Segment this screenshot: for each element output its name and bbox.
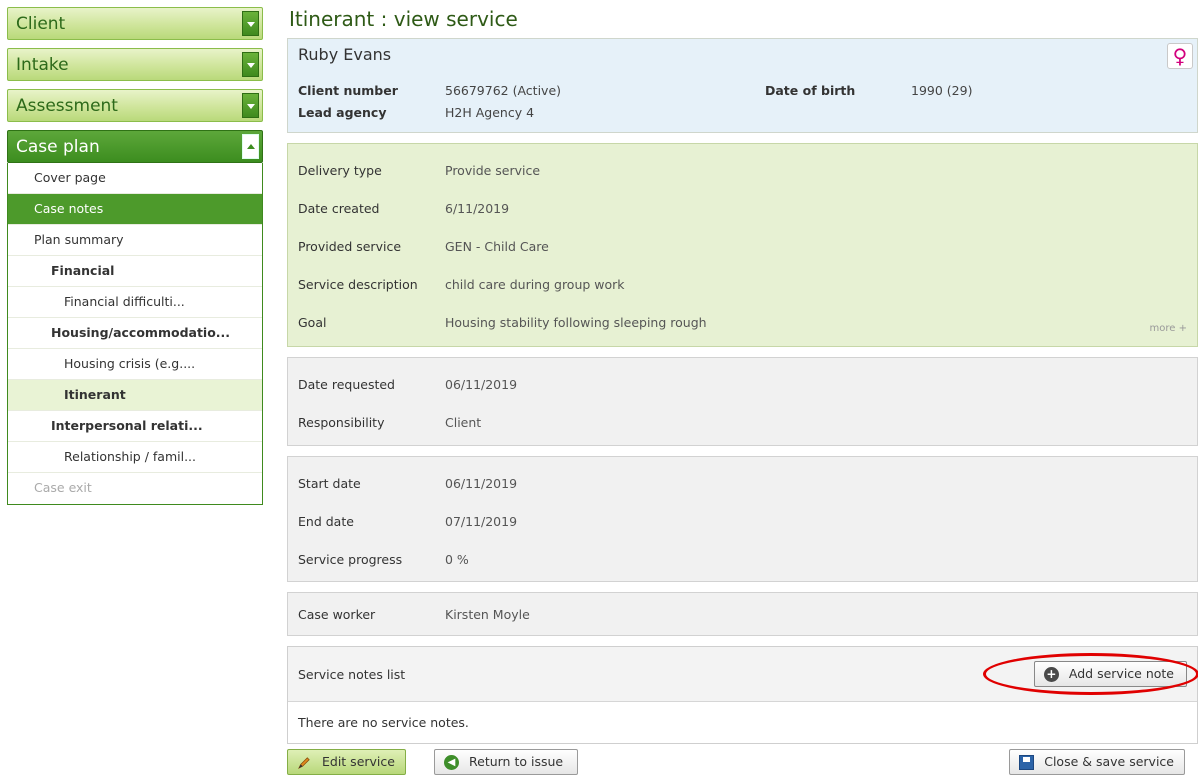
- section-client[interactable]: Client: [7, 7, 263, 40]
- detail-row: Delivery type Provide service: [288, 152, 1197, 190]
- sidebar-item-interpersonal[interactable]: Interpersonal relati...: [8, 411, 262, 442]
- chevron-up-icon: [242, 134, 259, 159]
- back-arrow-icon: ◀: [444, 755, 459, 770]
- detail-row: Date requested 06/11/2019: [288, 366, 1197, 404]
- pencil-icon: [298, 757, 310, 769]
- section-assessment[interactable]: Assessment: [7, 89, 263, 122]
- start-date-value: 06/11/2019: [445, 476, 518, 491]
- service-progress-value: 0 %: [445, 552, 469, 567]
- service-description-value: child care during group work: [445, 277, 625, 292]
- date-created-value: 6/11/2019: [445, 201, 510, 216]
- sidebar-item-case-exit: Case exit: [34, 480, 92, 495]
- return-to-issue-button[interactable]: ◀ Return to issue: [434, 749, 579, 775]
- worker-details: Case worker Kirsten Moyle: [287, 592, 1198, 636]
- responsibility-label: Responsibility: [298, 415, 385, 430]
- add-service-note-button[interactable]: + Add service note: [1033, 661, 1187, 687]
- delivery-type-label: Delivery type: [298, 163, 382, 178]
- client-summary: Ruby Evans Client number 56679762 (Activ…: [287, 38, 1198, 133]
- sidebar-item-financial-difficulties[interactable]: Financial difficulti...: [8, 287, 262, 318]
- end-date-label: End date: [298, 514, 354, 529]
- empty-notes-message: There are no service notes.: [298, 715, 469, 730]
- detail-row: Provided service GEN - Child Care: [288, 228, 1197, 266]
- date-created-label: Date created: [298, 201, 380, 216]
- client-number-label: Client number: [298, 83, 398, 98]
- service-description-label: Service description: [298, 277, 418, 292]
- section-label: Case plan: [16, 137, 100, 157]
- dob-label: Date of birth: [765, 83, 856, 98]
- sidebar-item-housing[interactable]: Housing/accommodatio...: [8, 318, 262, 349]
- save-disk-icon: [1019, 755, 1035, 770]
- date-requested-value: 06/11/2019: [445, 377, 518, 392]
- lead-agency-label: Lead agency: [298, 105, 387, 120]
- responsibility-value: Client: [445, 415, 482, 430]
- date-requested-label: Date requested: [298, 377, 395, 392]
- detail-row: Date created 6/11/2019: [288, 190, 1197, 228]
- lead-agency-value: H2H Agency 4: [445, 105, 535, 120]
- date-details: Start date 06/11/2019 End date 07/11/201…: [287, 456, 1198, 582]
- section-label: Client: [16, 14, 66, 34]
- more-link[interactable]: more +: [1150, 323, 1187, 334]
- goal-label: Goal: [298, 315, 327, 330]
- service-notes-header: Service notes list + Add service note: [288, 647, 1198, 702]
- close-save-service-button[interactable]: Close & save service: [1009, 749, 1185, 775]
- add-service-note-label: Add service note: [1068, 666, 1174, 681]
- detail-row: Goal Housing stability following sleepin…: [288, 304, 1197, 342]
- client-number-value: 56679762 (Active): [445, 83, 562, 98]
- delivery-type-value: Provide service: [445, 163, 541, 178]
- detail-row: End date 07/11/2019: [288, 503, 1197, 541]
- sidebar-item-housing-crisis[interactable]: Housing crisis (e.g....: [8, 349, 262, 380]
- detail-row: Service progress 0 %: [288, 541, 1197, 579]
- provided-service-label: Provided service: [298, 239, 402, 254]
- service-notes-title: Service notes list: [298, 667, 406, 682]
- sidebar-item-case-notes[interactable]: Case notes: [8, 194, 262, 225]
- section-case-plan[interactable]: Case plan: [7, 130, 263, 163]
- detail-row: Start date 06/11/2019: [288, 465, 1197, 503]
- sidebar: Client Intake Assessment Case plan Cover…: [7, 7, 263, 505]
- edit-service-label: Edit service: [322, 754, 395, 769]
- page-title: Itinerant : view service: [289, 7, 518, 31]
- sidebar-item-plan-summary[interactable]: Plan summary: [8, 225, 262, 256]
- sidebar-item-itinerant[interactable]: Itinerant: [8, 380, 262, 411]
- female-icon: ♀: [1167, 43, 1193, 69]
- section-label: Intake: [16, 55, 69, 75]
- case-plan-nav: Cover page Case notes Plan summary Finan…: [7, 163, 263, 505]
- sidebar-item-relationship[interactable]: Relationship / famil...: [8, 442, 262, 473]
- plus-circle-icon: +: [1043, 667, 1059, 682]
- provided-service-value: GEN - Child Care: [445, 239, 549, 254]
- detail-row: Service description child care during gr…: [288, 266, 1197, 304]
- goal-value: Housing stability following sleeping rou…: [445, 315, 707, 330]
- edit-service-button[interactable]: Edit service: [287, 749, 406, 775]
- request-details: Date requested 06/11/2019 Responsibility…: [287, 357, 1198, 446]
- section-label: Assessment: [16, 96, 118, 116]
- case-worker-label: Case worker: [298, 607, 376, 622]
- sidebar-item-cover-page[interactable]: Cover page: [8, 163, 262, 194]
- dob-value: 1990 (29): [911, 83, 973, 98]
- client-name: Ruby Evans: [298, 45, 392, 64]
- service-details: Delivery type Provide service Date creat…: [287, 143, 1198, 347]
- close-save-service-label: Close & save service: [1044, 754, 1174, 769]
- service-progress-label: Service progress: [298, 552, 403, 567]
- start-date-label: Start date: [298, 476, 361, 491]
- main-content: Itinerant : view service Ruby Evans Clie…: [287, 0, 1198, 754]
- section-intake[interactable]: Intake: [7, 48, 263, 81]
- service-notes-panel: Service notes list + Add service note Th…: [287, 646, 1198, 744]
- chevron-down-icon: [242, 52, 259, 77]
- sidebar-item-financial[interactable]: Financial: [8, 256, 262, 287]
- end-date-value: 07/11/2019: [445, 514, 518, 529]
- chevron-down-icon: [242, 93, 259, 118]
- detail-row: Case worker Kirsten Moyle: [288, 596, 1197, 634]
- detail-row: Responsibility Client: [288, 404, 1197, 442]
- case-worker-value: Kirsten Moyle: [445, 607, 530, 622]
- return-to-issue-label: Return to issue: [469, 754, 564, 769]
- chevron-down-icon: [242, 11, 259, 36]
